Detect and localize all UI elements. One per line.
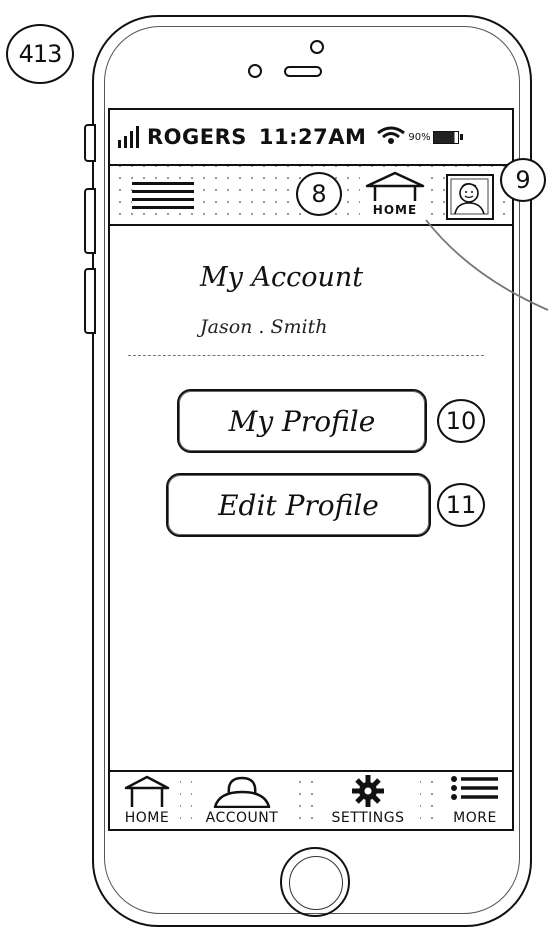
bottom-nav-home-label: HOME — [124, 810, 170, 826]
volume-up-button — [84, 188, 96, 254]
earpiece-speaker — [284, 66, 322, 77]
header-home-label: HOME — [372, 203, 418, 217]
callout-header: 8 — [296, 172, 342, 216]
bottom-nav-home[interactable]: HOME — [114, 774, 180, 828]
menu-icon[interactable] — [132, 180, 194, 212]
callout-edit-profile: 11 — [437, 483, 485, 527]
bottom-nav-account[interactable]: ACCOUNT — [192, 774, 292, 828]
section-divider — [128, 355, 484, 356]
gear-icon — [352, 775, 384, 807]
volume-down-button — [84, 268, 96, 334]
list-icon — [451, 776, 498, 800]
callout-avatar: 9 — [500, 158, 546, 202]
bottom-nav-settings[interactable]: SETTINGS — [316, 774, 420, 828]
hardware-home-button[interactable] — [280, 847, 350, 917]
house-icon — [124, 775, 170, 807]
callout-my-profile: 10 — [437, 399, 485, 443]
bottom-nav-settings-label: SETTINGS — [331, 810, 405, 826]
account-title: My Account — [200, 262, 364, 293]
status-time: 11:27AM — [258, 125, 367, 149]
edit-profile-button[interactable]: Edit Profile — [166, 473, 431, 537]
my-profile-button[interactable]: My Profile — [177, 389, 427, 453]
bottom-nav-more[interactable]: MORE — [442, 774, 508, 828]
avatar-icon — [450, 178, 489, 215]
bottom-nav-more-label: MORE — [453, 810, 497, 826]
proximity-sensor — [310, 40, 324, 54]
wifi-icon — [376, 125, 406, 150]
carrier-name: ROGERS — [147, 125, 247, 149]
screen: ROGERS 11:27AM 90% HOME HOME ACCOUNT SET… — [108, 108, 514, 831]
status-bar: ROGERS 11:27AM 90% — [110, 110, 512, 166]
user-icon — [213, 776, 271, 808]
account-username: Jason . Smith — [200, 316, 328, 338]
header-home-button[interactable]: HOME — [360, 170, 430, 222]
bottom-nav: HOME ACCOUNT SETTINGS MORE — [110, 770, 512, 829]
bottom-nav-account-label: ACCOUNT — [205, 810, 279, 826]
house-icon — [365, 171, 425, 201]
avatar-button[interactable] — [446, 174, 494, 220]
battery-icon — [432, 130, 463, 144]
page-tag: 413 — [6, 24, 74, 84]
battery-percent: 90% — [408, 131, 431, 143]
front-camera — [248, 64, 262, 78]
signal-icon — [118, 126, 139, 148]
ringer-switch — [84, 124, 96, 162]
